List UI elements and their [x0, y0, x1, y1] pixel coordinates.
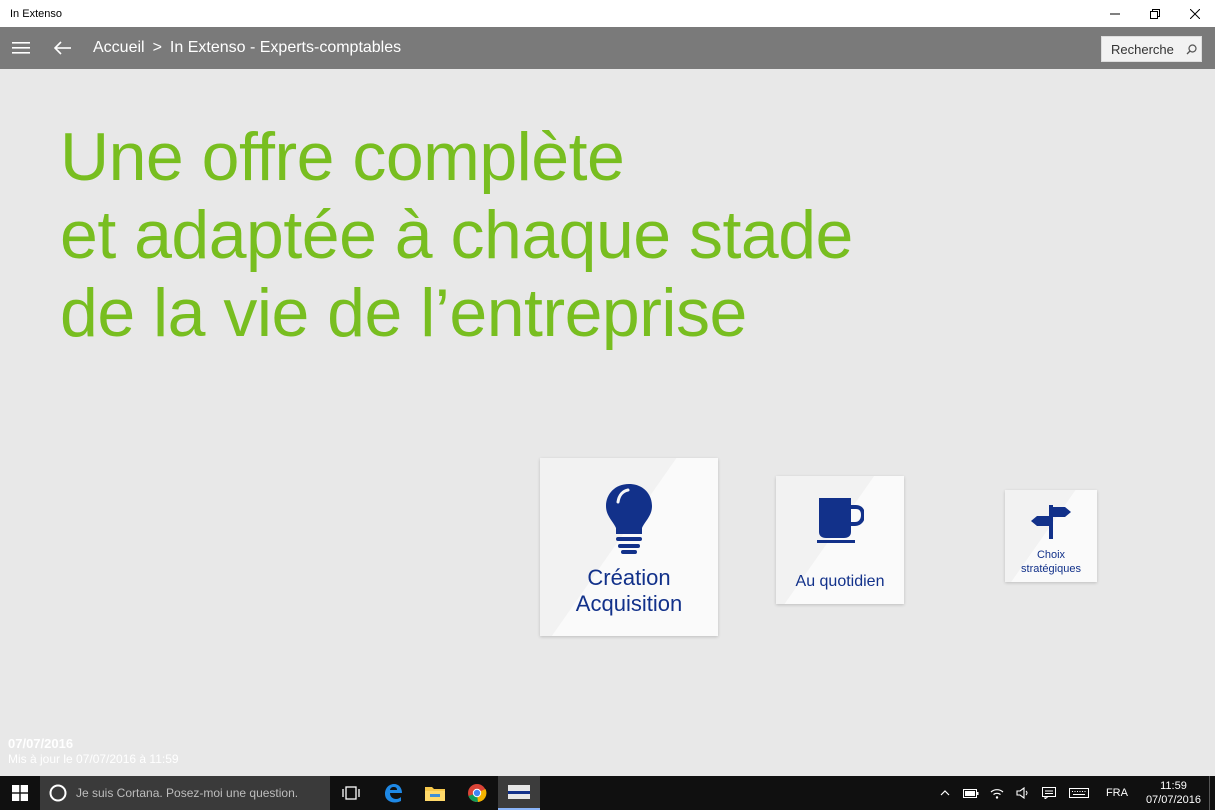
breadcrumb-current: In Extenso - Experts-comptables: [169, 39, 402, 56]
tile-au-quotidien[interactable]: Au quotidien: [776, 476, 904, 604]
headline-line-2: et adaptée à chaque stade: [60, 197, 853, 273]
edge-icon: [385, 784, 402, 803]
battery-button[interactable]: [958, 788, 984, 798]
headline-line-3: de la vie de l’entreprise: [60, 275, 747, 351]
update-info: 07/07/2016 Mis à jour le 07/07/2016 à 11…: [8, 736, 179, 766]
close-button[interactable]: [1175, 0, 1215, 27]
search-input[interactable]: Recherche: [1102, 42, 1181, 57]
menu-button[interactable]: [0, 27, 42, 69]
tile-label: Création Acquisition: [575, 565, 683, 616]
restore-button[interactable]: [1135, 0, 1175, 27]
close-icon: [1190, 8, 1200, 19]
tile-label: Au quotidien: [795, 573, 885, 590]
task-view-button[interactable]: [330, 776, 372, 810]
keyboard-icon: [1068, 788, 1089, 798]
minimize-icon: [1110, 13, 1120, 14]
clock-date: 07/07/2016: [1145, 794, 1201, 806]
restore-icon: [1150, 8, 1160, 19]
cortana-input[interactable]: Je suis Cortana. Posez-moi une question.: [76, 786, 298, 800]
hamburger-icon: [12, 42, 30, 54]
search-box[interactable]: Recherche: [1101, 36, 1202, 62]
update-date: 07/07/2016: [8, 736, 74, 751]
headline: Une offre complète et adaptée à chaque s…: [60, 118, 853, 352]
window-titlebar: In Extenso: [0, 0, 1215, 27]
headline-line-1: Une offre complète: [60, 119, 625, 195]
window-title: In Extenso: [10, 7, 62, 20]
search-icon[interactable]: [1181, 43, 1201, 55]
battery-icon: [962, 788, 979, 798]
speaker-icon: [1016, 787, 1028, 799]
folder-icon: [425, 787, 445, 801]
cortana-search[interactable]: Je suis Cortana. Posez-moi une question.: [40, 776, 330, 810]
volume-button[interactable]: [1010, 787, 1036, 799]
back-button[interactable]: [42, 27, 84, 69]
minimize-button[interactable]: [1095, 0, 1135, 27]
notification-icon: [1041, 787, 1056, 799]
breadcrumb-home[interactable]: Accueil: [93, 39, 145, 57]
signpost-icon: [1030, 503, 1072, 544]
windows-logo-icon: [12, 785, 28, 801]
clock[interactable]: 11:59 07/07/2016: [1138, 779, 1209, 807]
cortana-icon: [49, 784, 67, 802]
tile-label: Choix stratégiques: [1021, 549, 1081, 575]
in-extenso-app-icon: [508, 785, 530, 799]
chrome-icon: [468, 784, 487, 803]
keyboard-button[interactable]: [1062, 788, 1096, 798]
back-arrow-icon: [54, 41, 71, 55]
action-center-button[interactable]: [1036, 787, 1062, 799]
show-hidden-icons-button[interactable]: [932, 790, 958, 796]
show-desktop-button[interactable]: [1209, 776, 1215, 810]
wifi-icon: [990, 789, 1004, 799]
start-button[interactable]: [0, 776, 40, 810]
breadcrumb: Accueil > In Extenso - Experts-comptable…: [93, 39, 401, 57]
app-header: Accueil > In Extenso - Experts-comptable…: [0, 27, 1215, 69]
tile-choix-strategiques[interactable]: Choix stratégiques: [1005, 490, 1097, 582]
network-button[interactable]: [984, 787, 1010, 799]
system-tray: FRA 11:59 07/07/2016: [932, 776, 1215, 810]
taskbar-chrome[interactable]: [456, 776, 498, 810]
taskbar: Je suis Cortana. Posez-moi une question.: [0, 776, 1215, 810]
lightbulb-icon: [604, 482, 654, 559]
update-message: Mis à jour le 07/07/2016 à 11:59: [8, 752, 179, 766]
task-view-icon: [342, 786, 360, 800]
taskbar-edge[interactable]: [372, 776, 414, 810]
cup-icon: [816, 496, 866, 549]
input-language[interactable]: FRA: [1096, 787, 1138, 799]
chevron-up-icon: [940, 790, 950, 796]
clock-time: 11:59: [1160, 780, 1187, 792]
taskbar-in-extenso[interactable]: [498, 776, 540, 810]
breadcrumb-separator: >: [152, 39, 162, 56]
taskbar-file-explorer[interactable]: [414, 776, 456, 810]
tile-creation-acquisition[interactable]: Création Acquisition: [540, 458, 718, 636]
